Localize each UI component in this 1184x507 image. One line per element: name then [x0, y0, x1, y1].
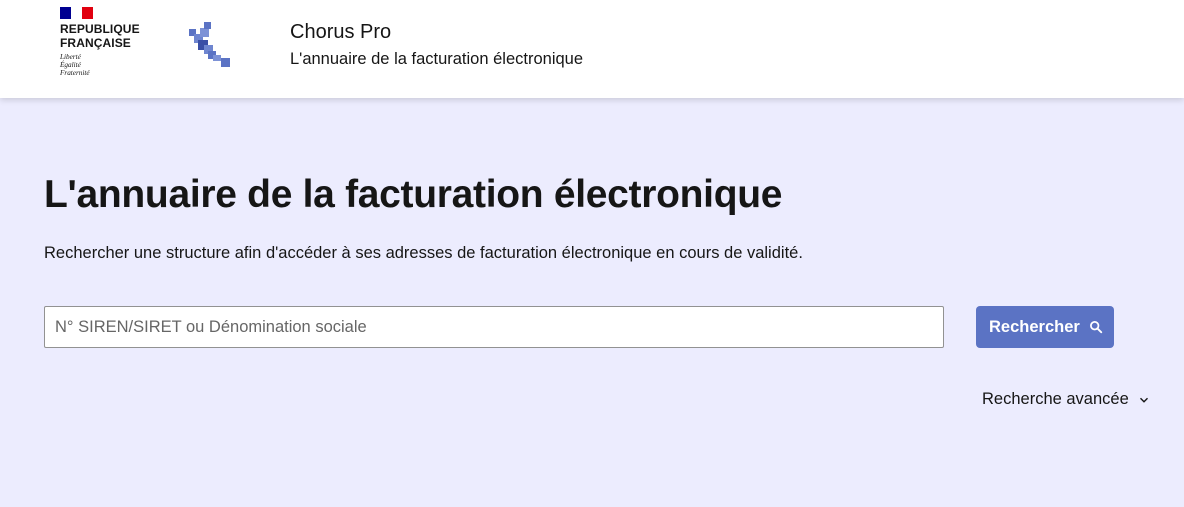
site-header: REPUBLIQUE FRANÇAISE Liberté Égalité Fra…: [0, 0, 1184, 98]
search-hero: L'annuaire de la facturation électroniqu…: [0, 98, 1184, 507]
search-input[interactable]: [44, 306, 944, 348]
page-title: L'annuaire de la facturation électroniqu…: [44, 173, 783, 216]
site-title[interactable]: Chorus Pro: [290, 21, 391, 44]
search-button[interactable]: Rechercher: [976, 306, 1114, 348]
government-name: REPUBLIQUE FRANÇAISE: [60, 22, 140, 50]
chevron-down-icon: [1139, 397, 1148, 403]
site-tagline: L'annuaire de la facturation électroniqu…: [290, 50, 584, 68]
search-button-label: Rechercher: [989, 317, 1080, 336]
page-lead: Rechercher une structure afin d'accéder …: [44, 244, 803, 262]
french-flag-icon: [60, 7, 93, 19]
advanced-search-toggle[interactable]: Recherche avancée: [982, 390, 1151, 409]
advanced-search-label: Recherche avancée: [982, 390, 1129, 408]
republique-francaise-block[interactable]: REPUBLIQUE FRANÇAISE Liberté Égalité Fra…: [60, 7, 160, 77]
chorus-pro-logo-icon[interactable]: [186, 20, 234, 70]
government-motto: Liberté Égalité Fraternité: [60, 53, 90, 77]
search-icon: [1089, 321, 1103, 334]
